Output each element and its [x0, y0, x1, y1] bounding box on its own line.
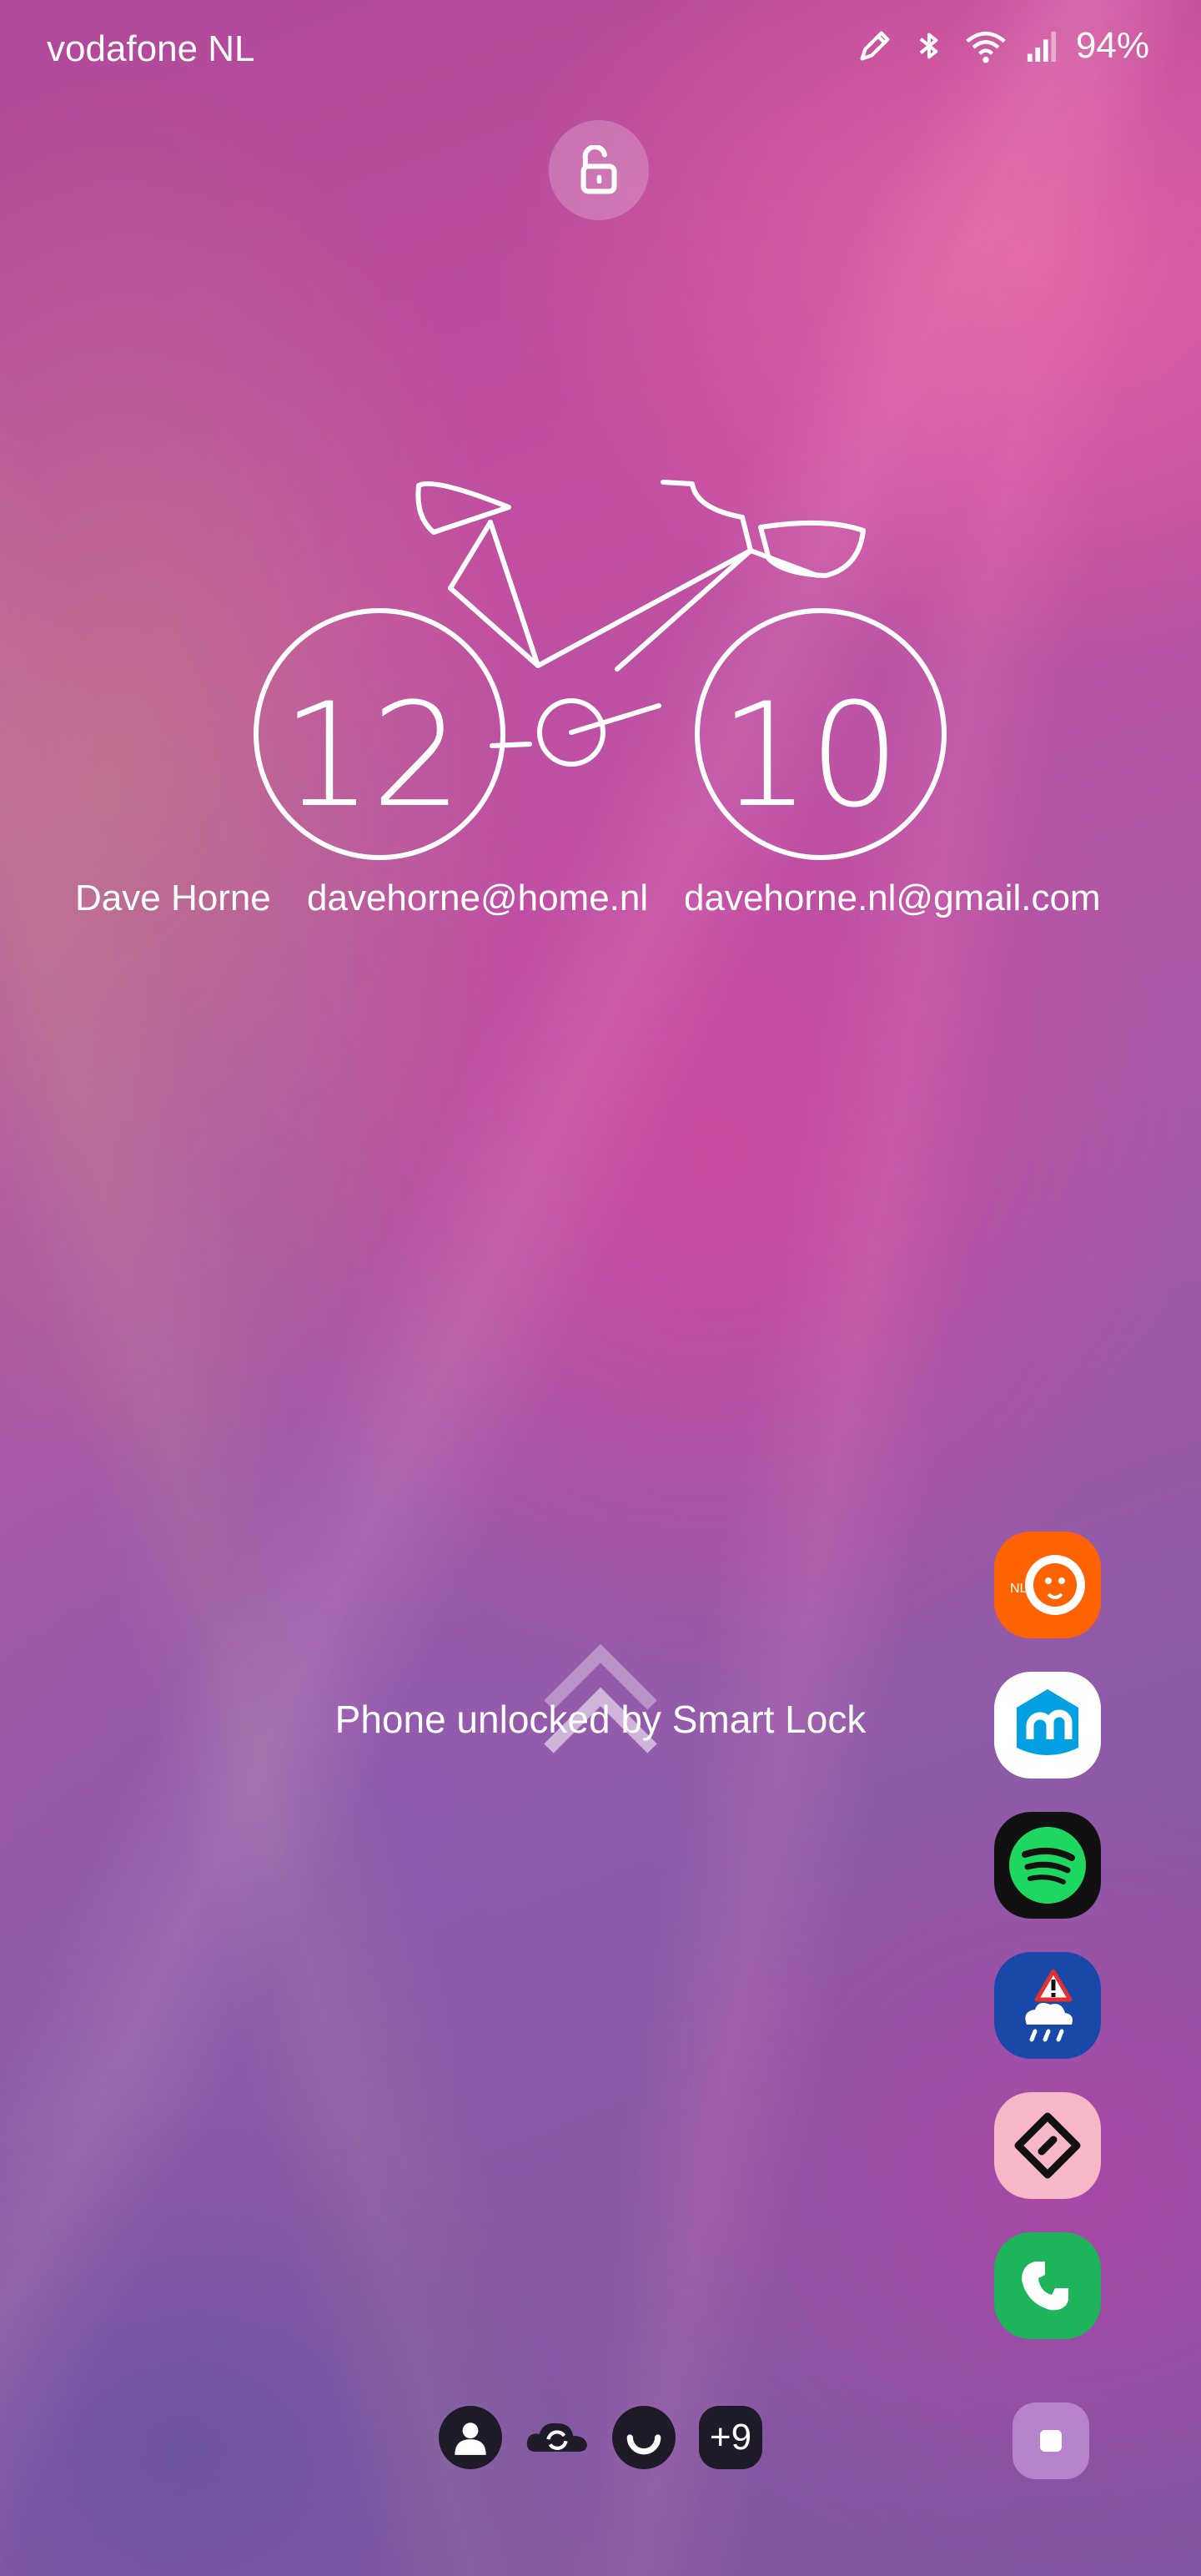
clock-hour: 12	[281, 672, 463, 839]
smile-icon	[626, 2434, 661, 2455]
albert-heijn-icon	[1017, 1689, 1078, 1755]
app-shortcut-albert-heijn[interactable]	[994, 1672, 1101, 1779]
app-shortcut-weather[interactable]	[994, 1952, 1101, 2059]
square-icon	[1040, 2430, 1062, 2452]
app-shortcut-tickets[interactable]	[994, 2092, 1101, 2199]
owner-info: Dave Horne davehorne@home.nl davehorne.n…	[0, 878, 1201, 928]
carrier-name: vodafone NL	[47, 28, 255, 69]
notification-contact[interactable]	[439, 2406, 502, 2469]
app-shortcuts: NL	[994, 1532, 1104, 2372]
phone-icon	[1022, 2262, 1068, 2311]
app-shortcut-spotify[interactable]	[994, 1812, 1101, 1919]
clock-minute: 10	[719, 672, 901, 839]
unlocked-padlock-icon	[580, 145, 617, 194]
app-shortcut-phone[interactable]	[994, 2232, 1101, 2339]
owner-name: Dave Horne	[75, 878, 271, 918]
ing-lion-icon: NL	[1010, 1555, 1085, 1615]
bluetooth-icon	[919, 33, 938, 59]
app-shortcut-ing[interactable]: NL	[994, 1532, 1101, 1638]
status-bar: vodafone NL 94%	[0, 0, 1201, 100]
svg-text:NL: NL	[1010, 1582, 1028, 1596]
notification-more-count[interactable]: +9	[699, 2406, 762, 2469]
notification-app[interactable]	[612, 2406, 676, 2469]
owner-email-secondary: davehorne.nl@gmail.com	[684, 878, 1101, 918]
cloud-sync-icon	[526, 2423, 587, 2452]
person-icon	[455, 2423, 486, 2455]
notification-cloud-sync[interactable]	[525, 2406, 589, 2469]
edit-pen-icon	[860, 31, 890, 61]
weather-alert-icon	[1025, 1969, 1073, 2042]
ticket-icon	[1014, 2112, 1081, 2179]
spotify-icon	[1009, 1827, 1086, 1904]
bicycle-clock: 12 10	[242, 467, 959, 868]
recent-apps-button[interactable]	[1013, 2402, 1089, 2479]
status-icons: 94%	[856, 25, 1149, 67]
lock-button[interactable]	[549, 120, 649, 220]
cell-signal-icon	[1027, 31, 1057, 62]
wifi-icon	[966, 31, 1006, 63]
owner-email: davehorne@home.nl	[307, 878, 649, 918]
notification-icons: +9	[439, 2406, 762, 2469]
battery-level: 94%	[1075, 25, 1149, 66]
